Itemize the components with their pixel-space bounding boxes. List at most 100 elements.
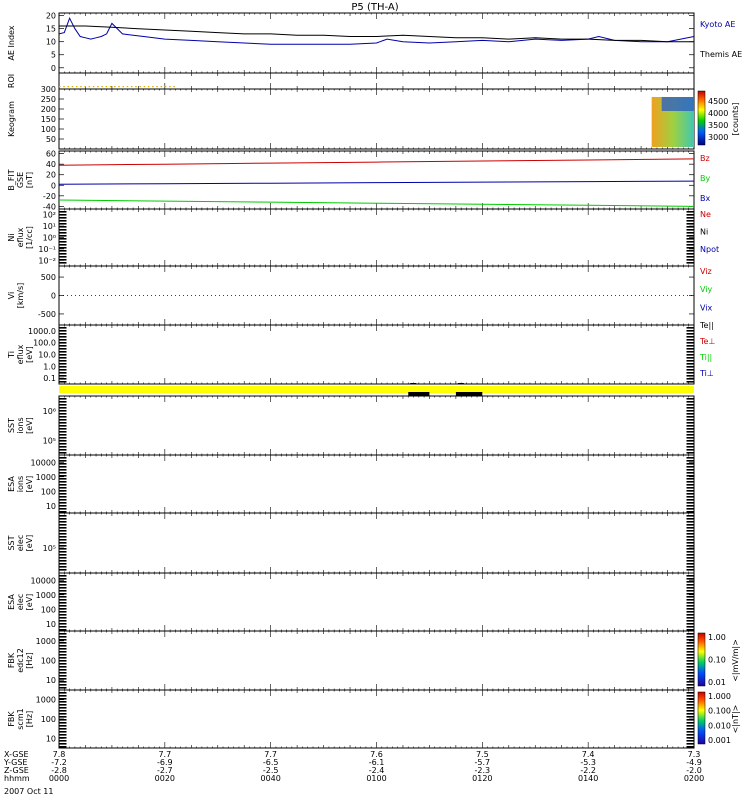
panel-ti-ylabel: Ti	[7, 351, 16, 359]
panel-esa_e-edge-mark	[686, 617, 694, 619]
panel-fbk2-colorbar-tick: 0.100	[708, 707, 731, 716]
panel-roi-marker	[75, 86, 78, 88]
panel-roi-marker	[143, 86, 146, 88]
panel-esa_i-edge-mark	[686, 505, 694, 507]
panel-esa_e-edge-mark	[686, 602, 694, 604]
panel-esa_e-edge-mark	[686, 605, 694, 607]
panel-esa_i-frame	[58, 454, 695, 514]
panel-fbk1-ylabel: FBK	[7, 652, 16, 668]
panel-esa_i-edge-mark	[59, 490, 67, 492]
panel-ti-edge-mark	[59, 369, 67, 371]
panel-esa_e-edge-mark	[59, 617, 67, 619]
panel-fbk1-colorbar-label: <|mV/m|>	[731, 639, 740, 682]
panel-esa_e-edge-mark	[686, 608, 694, 610]
panel-ti-y-tick-label: 1.0	[43, 362, 56, 371]
panel-ni-edge-mark	[59, 247, 67, 249]
panel-fbk2-ylabel: FBK	[7, 711, 16, 727]
panel-ni-edge-mark	[686, 247, 694, 249]
panel-roi-marker	[92, 86, 95, 88]
panel-fbk2-edge-mark	[686, 725, 694, 727]
panel-fbk2-y-tick-label: 10	[46, 734, 56, 743]
panel-ti-edge-mark	[59, 357, 67, 359]
panel-esa_i-edge-mark	[686, 460, 694, 462]
panel-ni-legend-item: Ni	[700, 227, 708, 236]
panel-fbk1-edge-mark	[686, 633, 694, 635]
panel-sst_i-edge-mark	[686, 422, 694, 424]
panel-roi-marker	[147, 86, 150, 88]
panel-fbk2-colorbar-tick: 0.001	[708, 736, 731, 745]
panel-fbk2-ylabel: [Hz]	[25, 711, 34, 727]
panel-sst_i-edge-mark	[59, 425, 67, 427]
panel-sst_i-edge-mark	[59, 437, 67, 439]
panel-ti-legend-item: Te||	[699, 321, 714, 330]
panel-ni-edge-mark	[59, 235, 67, 237]
panel-sst_e-edge-mark	[686, 557, 694, 559]
panel-esa_e-edge-mark	[686, 584, 694, 586]
panel-esa_i-edge-mark	[59, 469, 67, 471]
panel-keogram-ylabel: Keogram	[7, 101, 16, 137]
panel-fbk1-colorbar-tick: 0.01	[708, 678, 726, 687]
panel-fbk2-colorbar	[697, 691, 706, 745]
panel-bfield-series-bx	[58, 180, 695, 185]
panel-sst_i-edge-mark	[59, 413, 67, 415]
panel-ni-edge-mark	[686, 211, 694, 213]
panel-vi-frame	[58, 265, 695, 326]
panel-roi-marker	[97, 86, 99, 88]
panel-roi-marker	[122, 86, 124, 88]
panel-bfield-ylabel: GSE	[16, 172, 25, 188]
panel-ni-edge-mark	[59, 253, 67, 255]
panel-roi-marker	[118, 86, 120, 88]
panel-fbk2-edge-mark	[59, 710, 67, 712]
panel-fbk1-edge-mark	[59, 675, 67, 677]
x-axis-labels: 2007 Oct 11 X-GSE 7.8 7.7 7.7 7.6 7.5 7.4 7.3Y-…	[3, 750, 704, 796]
panel-roi-marker	[126, 86, 129, 88]
panel-esa_i-edge-mark	[59, 499, 67, 501]
panel-esa_i-edge-mark	[686, 484, 694, 486]
panel-ti-edge-mark	[686, 360, 694, 362]
panel-sst_e-edge-mark	[686, 524, 694, 526]
panel-ni-y-tick-label: 10⁻¹	[38, 245, 56, 254]
panel-ni-edge-mark	[59, 262, 67, 264]
panel-esa_e-ylabel: ESA	[7, 594, 16, 610]
panel-ti-edge-mark	[686, 342, 694, 344]
panel-ti-legend-item: Ti||	[699, 353, 712, 362]
panel-sst_e-edge-mark	[59, 515, 67, 517]
panel-sst_i-edge-mark	[59, 446, 67, 448]
panel-sst_e-edge-mark	[59, 524, 67, 526]
panel-keogram-y-tick-label: 150	[41, 115, 56, 124]
panel-esa_i-edge-mark	[686, 475, 694, 477]
panel-fbk2	[58, 689, 695, 749]
x-tick-label: 0200	[684, 774, 704, 783]
panel-fbk1-frame	[58, 630, 695, 691]
panel-esa_e-edge-mark	[686, 578, 694, 580]
panel-ti-edge-mark	[686, 339, 694, 341]
panel-ni-edge-mark	[686, 235, 694, 237]
panel-roi-marker	[156, 86, 158, 88]
panel-ni-edge-mark	[59, 250, 67, 252]
panel-fbk1-edge-mark	[59, 648, 67, 650]
panel-roi-marker	[130, 86, 133, 88]
panel-sst_e-edge-mark	[59, 545, 67, 547]
panel-fbk2-edge-mark	[59, 722, 67, 724]
panel-esa_e-y-tick-label: 10000	[31, 576, 56, 585]
panel-sst_i-edge-mark	[686, 437, 694, 439]
panel-esa_e-edge-mark	[59, 629, 67, 631]
panel-esa_i-edge-mark	[686, 511, 694, 513]
panel-bfield-series-bz	[58, 158, 695, 166]
panel-bfield-y-tick-label: 0	[51, 181, 56, 190]
panel-fbk1-edge-mark	[686, 639, 694, 641]
panel-fbk2-edge-mark	[59, 692, 67, 694]
panel-sst_i-edge-mark	[59, 401, 67, 403]
panel-ni-edge-mark	[686, 262, 694, 264]
panel-sst_e-edge-mark	[59, 557, 67, 559]
panel-roi-marker	[109, 86, 112, 88]
panel-fbk2-edge-mark	[686, 692, 694, 694]
panel-keogram-frame	[58, 88, 695, 150]
panel-fbk2-edge-mark	[686, 743, 694, 745]
panel-esa_i-ylabel: ESA	[7, 476, 16, 492]
panel-ae-series-themis-ae	[59, 25, 694, 43]
panel-fbk1-edge-mark	[59, 672, 67, 674]
panel-fbk1-edge-mark	[686, 675, 694, 677]
panel-roi-marker	[105, 86, 108, 88]
panel-bfield-legend-by: By	[700, 174, 710, 183]
